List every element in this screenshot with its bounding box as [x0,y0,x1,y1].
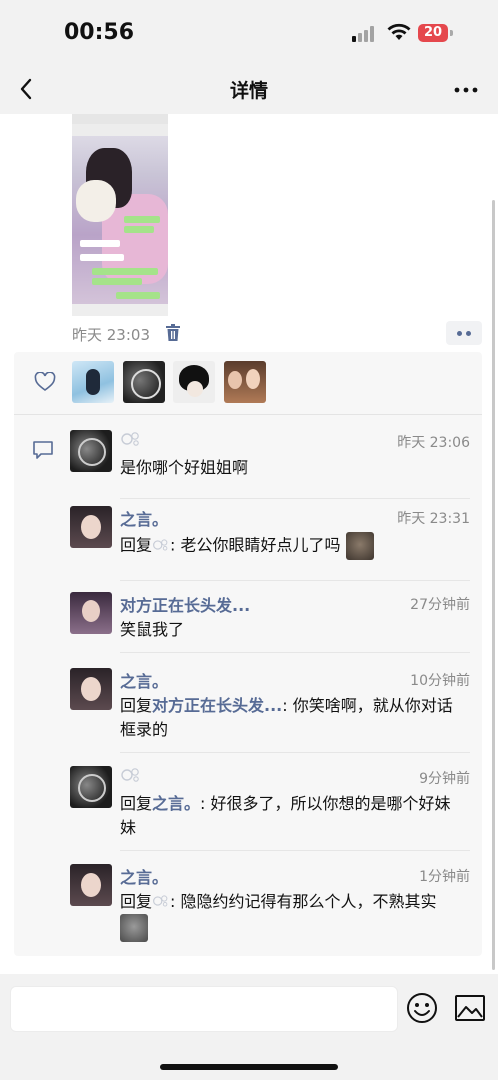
avatar[interactable] [70,766,112,808]
reply-target[interactable]: 对方正在长头发... [152,696,282,715]
comment-time: 1分钟前 [419,869,470,885]
comment-author[interactable]: 之言。 [120,506,168,530]
comment-text: 回复对方正在长头发...: 你笑啥啊，就从你对话框录的 [120,696,453,739]
divider [120,850,470,851]
like-avatar[interactable] [224,361,266,403]
divider [120,652,470,653]
emoji-icon[interactable] [406,992,438,1024]
avatar[interactable] [70,864,112,906]
bubble-name-icon[interactable] [152,537,170,553]
comment-text: 是你哪个好姐姐啊 [120,458,249,477]
comment-item: 之言。 1分钟前 回复: 隐隐约约记得有那么个人，不熟其实 [70,864,470,950]
bubble-name-icon[interactable] [120,430,142,448]
wifi-icon [387,23,411,40]
status-time: 00:56 [64,20,135,45]
page-title: 详情 [229,80,268,102]
avatar[interactable] [70,430,112,472]
divider [120,752,470,753]
divider [120,498,470,499]
avatar[interactable] [70,592,112,634]
post-actions-button[interactable] [446,321,482,345]
comment-text: 回复之言。: 好很多了，所以你想的是哪个好妹妹 [120,794,451,837]
nav-bar: 详情 [0,66,498,114]
comment-text: 回复: 隐隐约约记得有那么个人，不熟其实 [120,890,465,942]
home-indicator [160,1064,338,1070]
comment-item: 之言。 10分钟前 回复对方正在长头发...: 你笑啥啊，就从你对话框录的 [70,668,470,754]
bubble-name-icon[interactable] [152,893,170,909]
like-avatar[interactable] [72,361,114,403]
avatar[interactable] [70,668,112,710]
comment-text: 笑鼠我了 [120,620,185,639]
comment-item: 对方正在长头发... 27分钟前 笑鼠我了 [70,592,470,656]
comment-item: 9分钟前 回复之言。: 好很多了，所以你想的是哪个好妹妹 [70,766,470,852]
heart-outline-icon [34,372,56,391]
comment-input[interactable] [10,986,398,1032]
divider [120,580,470,581]
interaction-panel: 昨天 23:06 是你哪个好姐姐啊 之言。 昨天 23:31 回复: 老公你眼睛… [14,352,482,956]
scrollbar[interactable] [492,200,495,970]
battery-icon: 20 [418,24,448,42]
like-avatar[interactable] [123,361,165,403]
post-image[interactable] [72,114,168,316]
post-time: 昨天 23:03 [72,326,150,344]
trash-icon[interactable] [165,324,181,342]
comment-item: 昨天 23:06 是你哪个好姐姐啊 [70,430,470,504]
divider [14,414,482,415]
like-avatar[interactable] [173,361,215,403]
comment-time: 27分钟前 [410,597,470,613]
comment-bubble-icon [33,441,53,459]
bubble-name-icon[interactable] [120,766,142,784]
reply-target[interactable]: 之言。 [152,794,200,813]
comment-author[interactable]: 之言。 [120,864,168,888]
sticker-image [120,914,148,942]
comment-author[interactable]: 之言。 [120,668,168,692]
battery-tip [450,30,453,36]
status-bar: 00:56 20 [0,0,498,66]
cellular-signal-icon [352,26,380,42]
avatar[interactable] [70,506,112,548]
sticker-image [345,532,374,560]
comment-text: 回复: 老公你眼睛好点儿了吗 [120,532,465,560]
more-dots-icon[interactable] [452,78,480,102]
comment-time: 9分钟前 [419,771,470,787]
image-icon[interactable] [454,994,486,1022]
comment-time: 昨天 23:31 [397,511,470,527]
comment-author[interactable]: 对方正在长头发... [120,592,250,616]
comment-item: 之言。 昨天 23:31 回复: 老公你眼睛好点儿了吗 [70,506,470,581]
comment-time: 10分钟前 [410,673,470,689]
comment-time: 昨天 23:06 [397,435,470,451]
